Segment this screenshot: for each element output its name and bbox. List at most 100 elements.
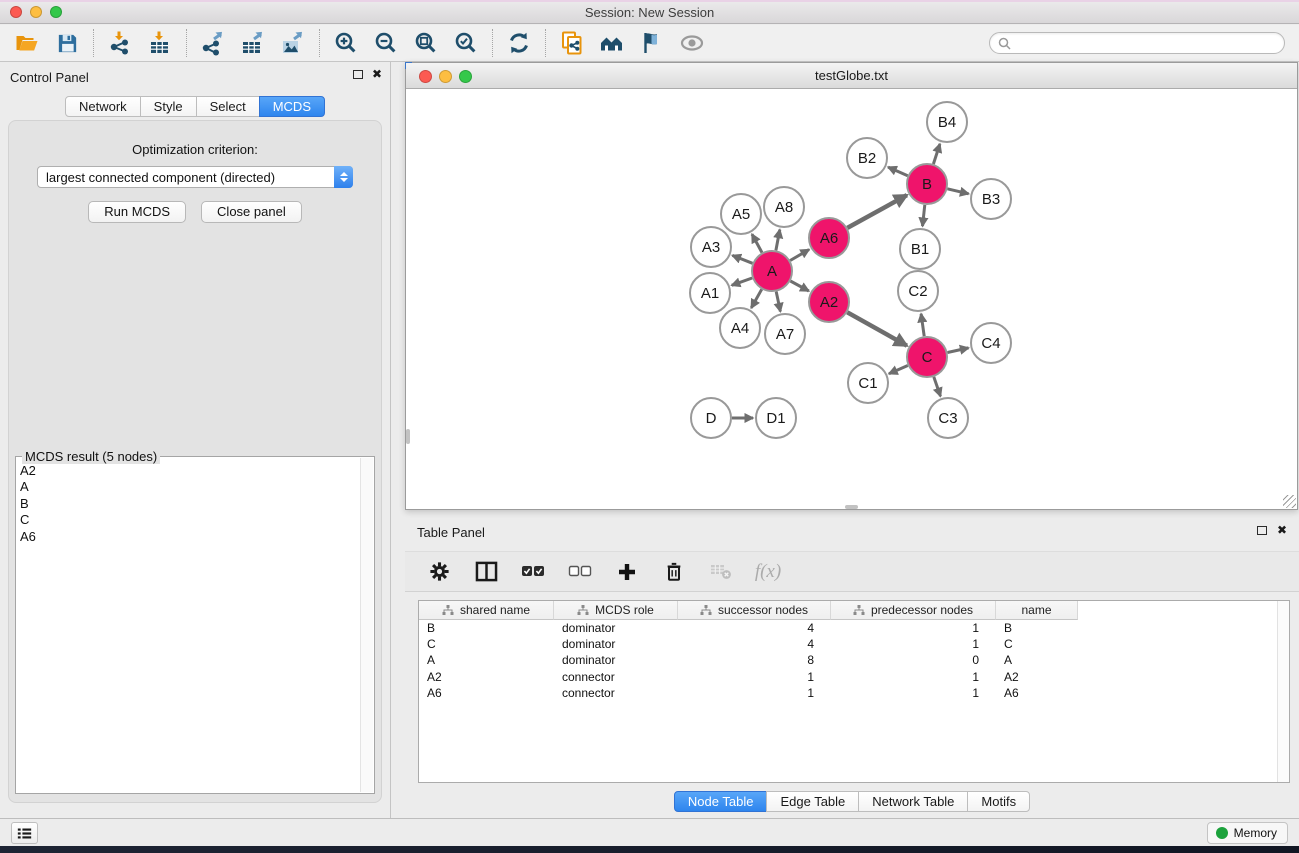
edge-A-A2[interactable] xyxy=(790,281,808,291)
table-row[interactable]: Adominator80A xyxy=(419,652,1289,668)
edge-B-B4[interactable] xyxy=(933,144,940,164)
mcds-result-item[interactable]: A2 xyxy=(20,463,358,479)
select-all-icon[interactable] xyxy=(519,557,547,587)
tab-mcds[interactable]: MCDS xyxy=(259,96,325,117)
table-tab-network-table[interactable]: Network Table xyxy=(858,791,968,812)
export-table-icon[interactable] xyxy=(236,28,270,58)
mcds-result-item[interactable]: C xyxy=(20,512,358,528)
graph-node-A4[interactable]: A4 xyxy=(720,308,760,348)
graphics-details-icon[interactable] xyxy=(635,28,669,58)
table-row[interactable]: A6connector11A6 xyxy=(419,685,1289,701)
edge-C-C1[interactable] xyxy=(889,366,908,374)
horizontal-scroll-thumb[interactable] xyxy=(845,505,858,509)
home-icon[interactable] xyxy=(595,28,629,58)
table-cell[interactable]: 1 xyxy=(831,636,996,652)
refresh-icon[interactable] xyxy=(502,28,536,58)
column-header-predecessor-nodes[interactable]: predecessor nodes xyxy=(831,601,996,620)
float-table-panel-icon[interactable] xyxy=(1257,526,1267,535)
delete-row-icon[interactable] xyxy=(660,557,688,587)
graph-node-C4[interactable]: C4 xyxy=(971,323,1011,363)
graph-node-A7[interactable]: A7 xyxy=(765,314,805,354)
table-cell[interactable]: A xyxy=(996,652,1078,668)
tab-network[interactable]: Network xyxy=(65,96,141,117)
tab-select[interactable]: Select xyxy=(196,96,260,117)
table-scrollbar[interactable] xyxy=(1277,601,1289,782)
edge-A-A7[interactable] xyxy=(776,292,780,312)
table-cell[interactable]: C xyxy=(996,636,1078,652)
table-cell[interactable]: connector xyxy=(554,669,678,685)
table-cell[interactable]: A2 xyxy=(419,669,554,685)
mcds-result-item[interactable]: B xyxy=(20,496,358,512)
network-window-titlebar[interactable]: testGlobe.txt xyxy=(406,63,1297,89)
table-row[interactable]: Cdominator41C xyxy=(419,636,1289,652)
search-box[interactable] xyxy=(989,32,1285,54)
edge-C-C2[interactable] xyxy=(921,314,924,336)
edge-A-A4[interactable] xyxy=(751,289,761,308)
resize-grip[interactable] xyxy=(1283,495,1296,508)
table-cell[interactable]: dominator xyxy=(554,636,678,652)
network-canvas[interactable]: B4B2BB3A8A5A6A3B1AA1C2A2A4A7C4CC1C3DD1 xyxy=(406,89,1297,509)
run-mcds-button[interactable]: Run MCDS xyxy=(88,201,186,223)
close-panel-button[interactable]: Close panel xyxy=(201,201,302,223)
table-cell[interactable]: 4 xyxy=(678,620,831,636)
graph-node-A[interactable]: A xyxy=(752,251,792,291)
table-cell[interactable]: A6 xyxy=(996,685,1078,701)
table-cell[interactable]: 0 xyxy=(831,652,996,668)
graph-node-B1[interactable]: B1 xyxy=(900,229,940,269)
edge-C-C4[interactable] xyxy=(948,348,969,353)
import-table-icon[interactable] xyxy=(143,28,177,58)
add-row-icon[interactable] xyxy=(613,557,641,587)
network-minimize-button[interactable] xyxy=(439,70,452,83)
edge-A-A1[interactable] xyxy=(732,278,753,285)
table-cell[interactable]: dominator xyxy=(554,620,678,636)
edge-A2-C[interactable] xyxy=(847,312,907,345)
graph-node-A2[interactable]: A2 xyxy=(809,282,849,322)
table-cell[interactable]: B xyxy=(419,620,554,636)
export-image-icon[interactable] xyxy=(276,28,310,58)
graph-node-A5[interactable]: A5 xyxy=(721,194,761,234)
close-panel-icon[interactable]: ✖ xyxy=(372,69,382,79)
float-panel-icon[interactable] xyxy=(353,70,363,79)
edge-B-B3[interactable] xyxy=(947,189,968,194)
table-cell[interactable]: 4 xyxy=(678,636,831,652)
eye-icon[interactable] xyxy=(675,28,709,58)
open-session-icon[interactable] xyxy=(10,28,44,58)
columns-icon[interactable] xyxy=(472,557,500,587)
save-session-icon[interactable] xyxy=(50,28,84,58)
deselect-all-icon[interactable] xyxy=(566,557,594,587)
table-cell[interactable]: dominator xyxy=(554,652,678,668)
result-list-scrollbar[interactable] xyxy=(360,458,373,792)
table-cell[interactable]: A xyxy=(419,652,554,668)
graph-node-A1[interactable]: A1 xyxy=(690,273,730,313)
column-header-name[interactable]: name xyxy=(996,601,1078,620)
graph-node-D[interactable]: D xyxy=(691,398,731,438)
graph-node-C3[interactable]: C3 xyxy=(928,398,968,438)
network-close-button[interactable] xyxy=(419,70,432,83)
graph-node-B4[interactable]: B4 xyxy=(927,102,967,142)
network-zoom-button[interactable] xyxy=(459,70,472,83)
graph-node-B2[interactable]: B2 xyxy=(847,138,887,178)
settings-icon[interactable] xyxy=(425,557,453,587)
table-cell[interactable]: 1 xyxy=(831,620,996,636)
table-tab-edge-table[interactable]: Edge Table xyxy=(766,791,859,812)
import-network-icon[interactable] xyxy=(103,28,137,58)
zoom-selected-icon[interactable] xyxy=(449,28,483,58)
graph-node-D1[interactable]: D1 xyxy=(756,398,796,438)
table-cell[interactable]: 8 xyxy=(678,652,831,668)
table-row[interactable]: Bdominator41B xyxy=(419,620,1289,636)
mcds-result-item[interactable]: A6 xyxy=(20,529,358,545)
table-tab-motifs[interactable]: Motifs xyxy=(967,791,1030,812)
edge-C-C3[interactable] xyxy=(934,377,941,396)
close-table-panel-icon[interactable]: ✖ xyxy=(1277,525,1287,535)
table-cell[interactable]: 1 xyxy=(831,685,996,701)
search-input[interactable] xyxy=(1015,35,1276,51)
task-history-button[interactable] xyxy=(11,822,38,844)
graph-node-C1[interactable]: C1 xyxy=(848,363,888,403)
export-network-icon[interactable] xyxy=(196,28,230,58)
edge-B-B2[interactable] xyxy=(888,167,908,176)
column-header-shared-name[interactable]: shared name xyxy=(419,601,554,620)
edge-B-B1[interactable] xyxy=(923,205,925,226)
edge-A6-B[interactable] xyxy=(847,195,907,228)
graph-node-A8[interactable]: A8 xyxy=(764,187,804,227)
graph-node-A3[interactable]: A3 xyxy=(691,227,731,267)
